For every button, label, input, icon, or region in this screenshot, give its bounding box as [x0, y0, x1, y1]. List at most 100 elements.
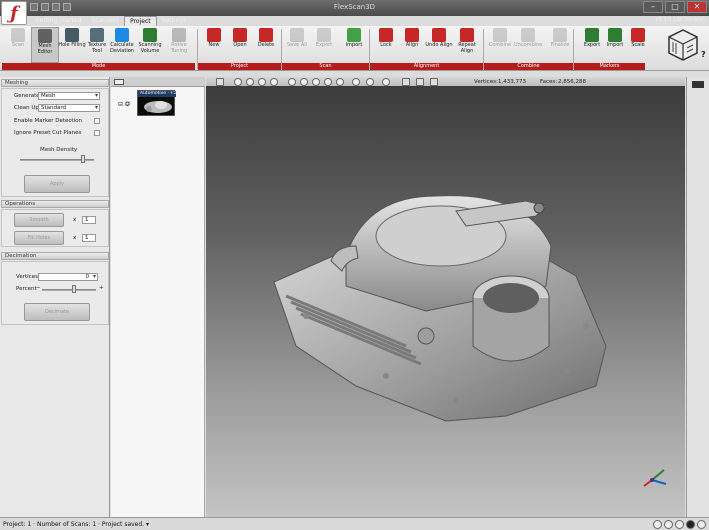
- percent-thumb[interactable]: [72, 285, 77, 293]
- tab-project[interactable]: Project: [124, 16, 157, 26]
- scan-thumbnail[interactable]: Automotive - F520: [137, 90, 176, 116]
- import-scan-icon: [347, 28, 361, 42]
- calculate-deviation-button[interactable]: Calculate Deviation: [108, 27, 136, 63]
- mesh-editor-icon: [38, 29, 52, 43]
- lasso-icon[interactable]: [366, 78, 374, 86]
- panel-toggle-icon[interactable]: [692, 81, 704, 88]
- export-scan-icon: [317, 28, 331, 42]
- cleanup-select[interactable]: Standard: [38, 104, 100, 112]
- save-all-label: Save All: [286, 42, 308, 48]
- scale-button[interactable]: Scale: [624, 27, 652, 63]
- combine-button[interactable]: Combine: [486, 27, 514, 63]
- generate-select[interactable]: Mesh: [38, 92, 100, 100]
- toggle-panel-icon[interactable]: [216, 78, 224, 86]
- save-all-button[interactable]: Save All: [283, 27, 311, 63]
- close-button[interactable]: ✕: [687, 1, 707, 13]
- refresh-icon[interactable]: [336, 78, 344, 86]
- ribbon-separator: [369, 29, 370, 69]
- new-icon: [207, 28, 221, 42]
- fill-holes-button[interactable]: Fill Holes: [14, 231, 64, 245]
- vertices-input[interactable]: 0: [38, 273, 98, 281]
- repeat-align-button[interactable]: Repeat Align: [453, 27, 481, 63]
- percent-plus[interactable]: +: [99, 285, 104, 291]
- stop-icon[interactable]: [430, 78, 438, 86]
- percent-label: Percent: [16, 286, 37, 292]
- pan-icon[interactable]: [382, 78, 390, 86]
- delete-button[interactable]: Delete: [252, 27, 280, 63]
- rotate-left-icon[interactable]: [312, 78, 320, 86]
- scan-icon: [11, 28, 25, 42]
- projector-status-icon[interactable]: [675, 520, 684, 529]
- hole-filling-button[interactable]: Hole Filling: [58, 27, 86, 63]
- view-top-icon[interactable]: [246, 78, 254, 86]
- help-icon[interactable]: ?: [701, 50, 706, 59]
- undo-align-button[interactable]: Undo Align: [425, 27, 453, 63]
- title-bar: FlexScan3D – □ ✕: [0, 0, 709, 16]
- new-button[interactable]: New: [200, 27, 228, 63]
- marker-detection-checkbox[interactable]: [94, 118, 100, 124]
- play-icon[interactable]: [402, 78, 410, 86]
- apply-mesh-button[interactable]: Apply: [24, 175, 90, 193]
- ribbon-separator: [281, 29, 282, 69]
- view-iso-icon[interactable]: [270, 78, 278, 86]
- decimate-button[interactable]: Decimate: [24, 303, 90, 321]
- hole-filling-icon: [65, 28, 79, 42]
- ignore-planes-checkbox[interactable]: [94, 130, 100, 136]
- percent-minus[interactable]: −: [36, 285, 41, 291]
- status-bar: Project: 1 · Number of Scans: 1 · Projec…: [0, 517, 709, 530]
- scanning-volume-button[interactable]: Scanning Volume: [136, 27, 164, 63]
- texture-tool-label: Texture Tool: [87, 42, 107, 54]
- tab-settings[interactable]: Settings: [157, 16, 192, 26]
- mesh-editor-button[interactable]: Mesh Editor: [31, 27, 59, 63]
- home-icon[interactable]: [288, 78, 296, 86]
- rotive-tuning-button[interactable]: Rotive Tuning: [165, 27, 193, 63]
- texture-tool-icon: [90, 28, 104, 42]
- meshing-header[interactable]: Meshing: [1, 79, 109, 87]
- 3d-viewport[interactable]: [206, 86, 685, 517]
- decimation-header[interactable]: Decimation: [1, 252, 109, 260]
- settings-status-icon[interactable]: [697, 520, 706, 529]
- fit-icon[interactable]: [300, 78, 308, 86]
- scan-tree-node[interactable]: ⊟ ✪: [118, 101, 130, 108]
- ribbon-separator: [483, 29, 484, 69]
- smooth-button[interactable]: Smooth: [14, 213, 64, 227]
- pause-icon[interactable]: [416, 78, 424, 86]
- calculate-deviation-label: Calculate Deviation: [110, 42, 134, 54]
- ribbon-group-mode: Mode: [2, 63, 195, 70]
- rotate-right-icon[interactable]: [324, 78, 332, 86]
- minimize-button[interactable]: –: [643, 1, 663, 13]
- open-button[interactable]: Open: [226, 27, 254, 63]
- texture-tool-button[interactable]: Texture Tool: [83, 27, 111, 63]
- align-button[interactable]: Align: [398, 27, 426, 63]
- camera-status-icon[interactable]: [664, 520, 673, 529]
- import-scan-button[interactable]: Import: [340, 27, 368, 63]
- operations-header[interactable]: Operations: [1, 200, 109, 208]
- rotive-tuning-label: Rotive Tuning: [170, 42, 188, 54]
- view-side-icon[interactable]: [258, 78, 266, 86]
- app-logo[interactable]: ƒ: [1, 1, 27, 25]
- maximize-button[interactable]: □: [665, 1, 685, 13]
- camera-icon[interactable]: [114, 79, 124, 85]
- lock-button[interactable]: Lock: [372, 27, 400, 63]
- record-status-icon[interactable]: [686, 520, 695, 529]
- new-label: New: [208, 42, 220, 48]
- vertices-stat-value: 1,433,773: [498, 78, 526, 85]
- uncombine-button[interactable]: Uncombine: [514, 27, 542, 63]
- axis-gizmo-icon: [643, 469, 667, 487]
- smooth-iterations[interactable]: 1: [82, 216, 96, 224]
- select-icon[interactable]: [352, 78, 360, 86]
- tab-scanners[interactable]: Scanners: [86, 16, 124, 26]
- view-front-icon[interactable]: [234, 78, 242, 86]
- export-scan-button[interactable]: Export: [310, 27, 338, 63]
- tab-getting-started[interactable]: Getting Started: [30, 16, 86, 26]
- mesh-density-thumb[interactable]: [80, 155, 85, 163]
- meshing-section: Generate Mesh Clean Up Standard Enable M…: [1, 88, 109, 197]
- percent-slider[interactable]: [42, 289, 96, 291]
- right-side-panel: [686, 77, 709, 517]
- scanner-status-icon[interactable]: [653, 520, 662, 529]
- finalize-button[interactable]: Finalize: [546, 27, 574, 63]
- scan-button[interactable]: Scan: [4, 27, 32, 63]
- delete-icon: [259, 28, 273, 42]
- fill-iterations[interactable]: 1: [82, 234, 96, 242]
- uncombine-label: Uncombine: [514, 42, 543, 48]
